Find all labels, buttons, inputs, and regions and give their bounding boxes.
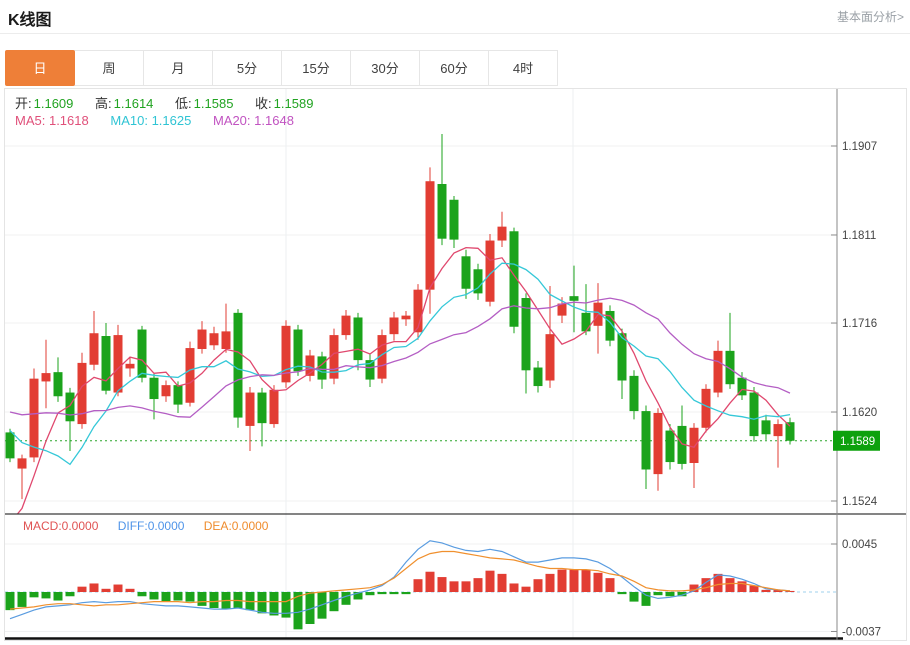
macd-readout: MACD:0.0000 DIFF:0.0000 DEA:0.0000 xyxy=(23,519,268,533)
ma5-line xyxy=(10,248,790,524)
diff-line xyxy=(10,541,790,619)
ma20-line xyxy=(10,298,790,417)
ma10-label: MA10: xyxy=(110,113,148,128)
high-value: 1.1614 xyxy=(112,96,154,111)
tab-日[interactable]: 日 xyxy=(5,50,75,86)
ma20-value: 1.1648 xyxy=(254,113,294,128)
open-label: 开: xyxy=(15,96,32,111)
ma20-label: MA20: xyxy=(213,113,251,128)
page-title: K线图 xyxy=(8,6,52,30)
low-label: 低: xyxy=(175,96,192,111)
svg-text:1.1811: 1.1811 xyxy=(842,230,876,242)
dea-value: DEA:0.0000 xyxy=(204,519,269,533)
dea-line xyxy=(10,552,790,610)
axis-labels: 1.1907 1.1811 1.1716 1.1620 1.1524 0.0045 -0.0… xyxy=(831,141,881,638)
macd-value: MACD:0.0000 xyxy=(23,519,98,533)
chart-area[interactable]: 1.1907 1.1811 1.1716 1.1620 1.1524 0.0045 -0.0… xyxy=(4,88,907,641)
svg-text:1.1524: 1.1524 xyxy=(842,496,878,508)
tab-4时[interactable]: 4时 xyxy=(488,50,558,86)
low-value: 1.1585 xyxy=(192,96,234,111)
candles xyxy=(6,134,795,499)
svg-text:1.1589: 1.1589 xyxy=(840,436,875,448)
open-value: 1.1609 xyxy=(32,96,74,111)
tab-5分[interactable]: 5分 xyxy=(212,50,282,86)
svg-text:0.0045: 0.0045 xyxy=(842,539,877,551)
macd-histogram xyxy=(6,570,795,630)
tab-60分[interactable]: 60分 xyxy=(419,50,489,86)
high-label: 高: xyxy=(95,96,112,111)
fundamental-analysis-link[interactable]: 基本面分析> xyxy=(837,8,904,25)
ma10-value: 1.1625 xyxy=(152,113,192,128)
diff-value: DIFF:0.0000 xyxy=(118,519,185,533)
svg-text:1.1620: 1.1620 xyxy=(842,407,877,419)
svg-text:1.1716: 1.1716 xyxy=(842,318,877,330)
interval-tabs: 日周月5分15分30分60分4时 xyxy=(5,50,558,86)
ma5-value: 1.1618 xyxy=(49,113,89,128)
tab-30分[interactable]: 30分 xyxy=(350,50,420,86)
ohlc-readout: 开:1.1609 高:1.1614 低:1.1585 收:1.1589 xyxy=(15,93,331,112)
close-label: 收: xyxy=(255,96,272,111)
tab-周[interactable]: 周 xyxy=(74,50,144,86)
header-divider xyxy=(0,33,910,34)
tab-月[interactable]: 月 xyxy=(143,50,213,86)
current-price-badge: 1.1589 xyxy=(833,431,880,451)
tab-15分[interactable]: 15分 xyxy=(281,50,351,86)
ma-lines xyxy=(10,248,790,524)
ma5-label: MA5: xyxy=(15,113,45,128)
kline-chart-svg[interactable]: 1.1907 1.1811 1.1716 1.1620 1.1524 0.0045 -0.0… xyxy=(5,89,906,640)
svg-text:1.1907: 1.1907 xyxy=(842,141,877,153)
ma-readout: MA5: 1.1618 MA10: 1.1625 MA20: 1.1648 xyxy=(15,113,312,128)
svg-text:-0.0037: -0.0037 xyxy=(842,626,881,638)
close-value: 1.1589 xyxy=(272,96,314,111)
